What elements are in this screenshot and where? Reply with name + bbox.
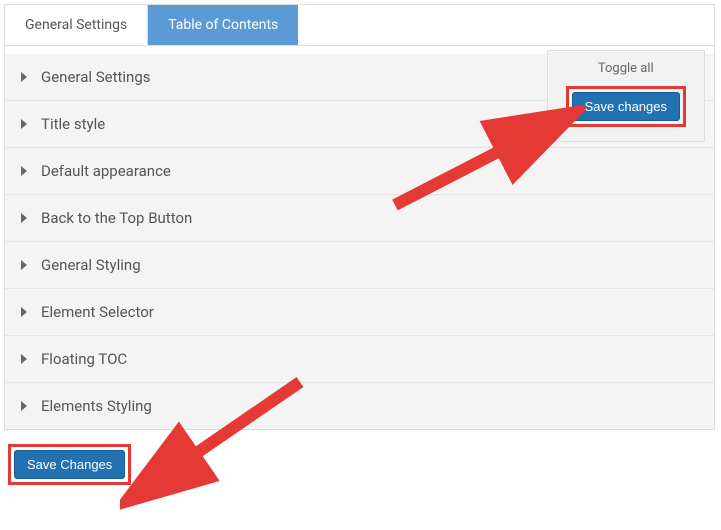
caret-icon [21,401,27,411]
section-label: General Settings [41,68,151,86]
toggle-all-label: Toggle all [566,61,686,76]
caret-icon [21,72,27,82]
section-label: Element Selector [41,303,154,321]
section-label: Elements Styling [41,397,152,415]
section-label: Floating TOC [41,350,127,368]
caret-icon [21,119,27,129]
caret-icon [21,260,27,270]
section-elements-styling[interactable]: Elements Styling [5,382,714,429]
caret-icon [21,213,27,223]
section-label: Title style [41,115,105,133]
highlight-box-top: Save changes [566,86,686,127]
section-back-to-top[interactable]: Back to the Top Button [5,194,714,241]
tab-general-settings[interactable]: General Settings [5,5,148,45]
section-general-styling[interactable]: General Styling [5,241,714,288]
tab-bar: General Settings Table of Contents [5,5,714,46]
save-changes-bottom-button[interactable]: Save Changes [14,450,125,479]
tab-table-of-contents[interactable]: Table of Contents [148,5,298,45]
section-element-selector[interactable]: Element Selector [5,288,714,335]
section-floating-toc[interactable]: Floating TOC [5,335,714,382]
toggle-all-box: Toggle all Save changes [547,50,705,142]
caret-icon [21,354,27,364]
caret-icon [21,166,27,176]
bottom-save-area: Save Changes [8,444,713,485]
highlight-box-bottom: Save Changes [8,444,131,485]
section-label: Default appearance [41,162,171,180]
section-label: Back to the Top Button [41,209,192,227]
section-default-appearance[interactable]: Default appearance [5,147,714,194]
save-changes-top-button[interactable]: Save changes [572,92,680,121]
section-label: General Styling [41,256,141,274]
caret-icon [21,307,27,317]
